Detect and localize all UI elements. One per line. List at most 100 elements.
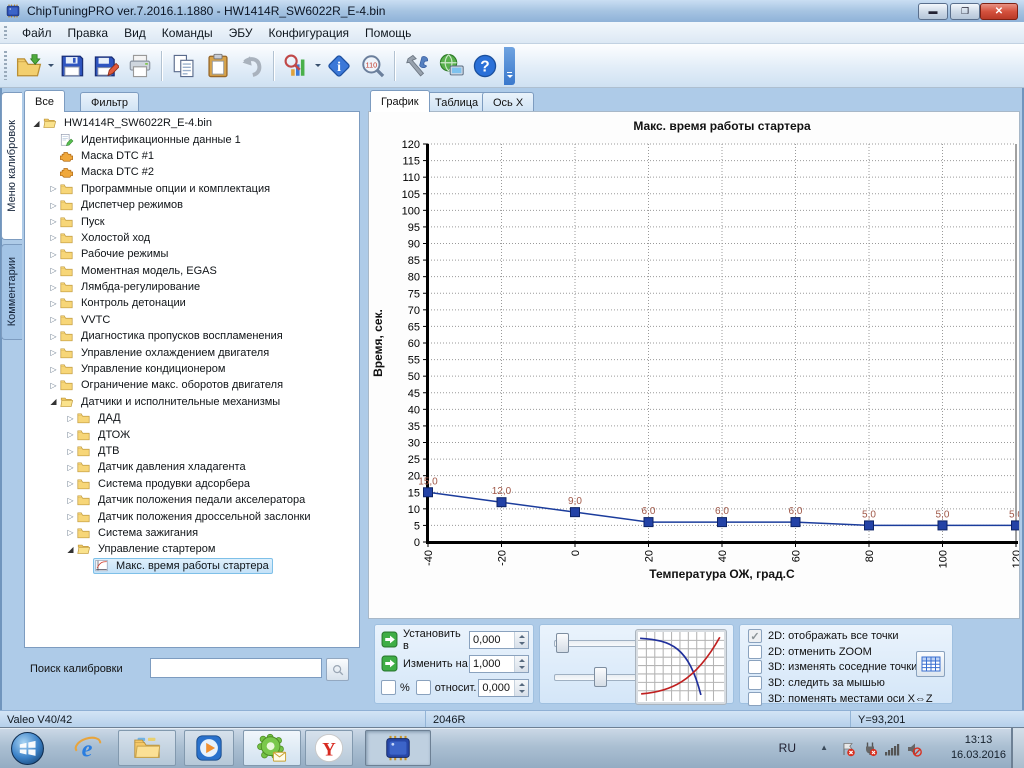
menu-Вид[interactable]: Вид bbox=[116, 23, 154, 43]
show-desktop-button[interactable] bbox=[1011, 728, 1024, 768]
data-point[interactable] bbox=[424, 488, 433, 497]
tree-collapsed-arrow[interactable]: ▷ bbox=[48, 348, 59, 357]
tree-item[interactable]: ▷Пуск bbox=[25, 213, 359, 229]
tree-collapsed-arrow[interactable]: ▷ bbox=[65, 414, 76, 423]
toolbar-overflow-button[interactable] bbox=[504, 47, 515, 85]
open-button[interactable] bbox=[12, 49, 46, 83]
spin-down[interactable] bbox=[515, 688, 528, 696]
minimize-button[interactable]: ▬ bbox=[918, 3, 948, 20]
clock[interactable]: 13:13 16.03.2016 bbox=[951, 733, 1006, 763]
spin-up[interactable] bbox=[515, 632, 528, 640]
taskbar-wmp-button[interactable] bbox=[184, 730, 234, 766]
help-button[interactable]: ? bbox=[468, 49, 502, 83]
menu-ЭБУ[interactable]: ЭБУ bbox=[221, 23, 261, 43]
relative-input[interactable]: 0,000 bbox=[478, 679, 529, 697]
tree-item[interactable]: ▷ДАД bbox=[25, 410, 359, 426]
tree-expanded-arrow[interactable]: ◢ bbox=[48, 397, 59, 406]
data-point[interactable] bbox=[644, 518, 653, 527]
tree-collapsed-arrow[interactable]: ▷ bbox=[65, 528, 76, 537]
tree-item[interactable]: ▷ДТОЖ bbox=[25, 426, 359, 442]
tree-collapsed-arrow[interactable]: ▷ bbox=[65, 447, 76, 456]
save-button[interactable] bbox=[55, 49, 89, 83]
tree-collapsed-arrow[interactable]: ▷ bbox=[48, 266, 59, 275]
tree-item[interactable]: ▷Система зажигания bbox=[25, 525, 359, 541]
change-by-input[interactable]: 1,000 bbox=[469, 655, 529, 673]
data-point[interactable] bbox=[1012, 521, 1020, 530]
tree-collapsed-arrow[interactable]: ▷ bbox=[48, 315, 59, 324]
paste-button[interactable] bbox=[201, 49, 235, 83]
tree-item[interactable]: ▷Холостой ход bbox=[25, 230, 359, 246]
tree-item[interactable]: ◢Управление стартером bbox=[25, 541, 359, 557]
tree-item[interactable]: ▷Моментная модель, EGAS bbox=[25, 263, 359, 279]
menu-Команды[interactable]: Команды bbox=[154, 23, 221, 43]
language-indicator[interactable]: RU bbox=[779, 741, 796, 755]
info-button[interactable]: i bbox=[322, 49, 356, 83]
option-checkbox[interactable] bbox=[748, 645, 762, 659]
search-input[interactable] bbox=[150, 658, 322, 678]
tree-collapsed-arrow[interactable]: ▷ bbox=[48, 283, 59, 292]
menu-Файл[interactable]: Файл bbox=[14, 23, 60, 43]
chart-panel[interactable]: Макс. время работы стартера0510152025303… bbox=[368, 111, 1020, 619]
option-checkbox[interactable] bbox=[748, 692, 762, 706]
tree-item[interactable]: Маска DTC #2 bbox=[25, 164, 359, 180]
tree-expanded-arrow[interactable]: ◢ bbox=[31, 119, 42, 128]
data-point[interactable] bbox=[938, 521, 947, 530]
starter-time-chart[interactable]: Макс. время работы стартера0510152025303… bbox=[369, 114, 1019, 586]
network-icon[interactable] bbox=[884, 741, 900, 757]
tree-item[interactable]: ▷Диспетчер режимов bbox=[25, 197, 359, 213]
tray-expand-icon[interactable]: ▲ bbox=[820, 743, 828, 752]
tree-collapsed-arrow[interactable]: ▷ bbox=[48, 381, 59, 390]
taskbar-explorer-button[interactable] bbox=[118, 730, 176, 766]
slider-thumb[interactable] bbox=[556, 633, 569, 653]
copy-button[interactable] bbox=[167, 49, 201, 83]
option-checkbox[interactable] bbox=[748, 660, 762, 674]
tools-button[interactable] bbox=[400, 49, 434, 83]
tree-item[interactable]: Макс. время работы стартера bbox=[25, 558, 359, 574]
set-to-input[interactable]: 0,000 bbox=[469, 631, 529, 649]
tab-all[interactable]: Все bbox=[24, 90, 65, 112]
tree-collapsed-arrow[interactable]: ▷ bbox=[65, 512, 76, 521]
taskbar-chip-button[interactable] bbox=[365, 730, 431, 766]
action-center-icon[interactable] bbox=[840, 741, 856, 757]
data-point[interactable] bbox=[571, 508, 580, 517]
tree-collapsed-arrow[interactable]: ▷ bbox=[65, 496, 76, 505]
taskbar-icq-button[interactable] bbox=[243, 730, 301, 766]
tree-item[interactable]: ▷Диагностика пропусков воспламенения bbox=[25, 328, 359, 344]
tree-collapsed-arrow[interactable]: ▷ bbox=[65, 479, 76, 488]
tree-expanded-arrow[interactable]: ◢ bbox=[65, 545, 76, 554]
data-point[interactable] bbox=[497, 498, 506, 507]
power-icon[interactable] bbox=[862, 741, 878, 757]
taskbar-ie-button[interactable]: e bbox=[70, 730, 106, 766]
tree-item[interactable]: ▷Лямбда-регулирование bbox=[25, 279, 359, 295]
value-find-button[interactable]: 110 bbox=[356, 49, 390, 83]
tab-axis-x[interactable]: Ось X bbox=[482, 92, 534, 112]
menu-Помощь[interactable]: Помощь bbox=[357, 23, 419, 43]
tree-collapsed-arrow[interactable]: ▷ bbox=[48, 299, 59, 308]
relative-checkbox[interactable] bbox=[416, 680, 431, 695]
tree-item[interactable]: ▷ДТВ bbox=[25, 443, 359, 459]
tree-item[interactable]: ▷Программные опции и комплектация bbox=[25, 181, 359, 197]
tree-item[interactable]: ▷Управление охлаждением двигателя bbox=[25, 344, 359, 360]
chart-find-dropdown-arrow[interactable] bbox=[313, 49, 322, 83]
tree-collapsed-arrow[interactable]: ▷ bbox=[65, 463, 76, 472]
tree-collapsed-arrow[interactable]: ▷ bbox=[48, 201, 59, 210]
restore-button[interactable]: ❐ bbox=[950, 3, 980, 20]
grid-table-button[interactable] bbox=[916, 651, 945, 677]
spin-down[interactable] bbox=[515, 664, 528, 672]
apply-change-button[interactable] bbox=[381, 655, 398, 672]
print-button[interactable] bbox=[123, 49, 157, 83]
side-tab-comments[interactable]: Комментарии bbox=[1, 244, 22, 340]
tree-item[interactable]: ▷Датчик положения педали акселератора bbox=[25, 492, 359, 508]
undo-button[interactable] bbox=[235, 49, 269, 83]
tree-item[interactable]: ▷Система продувки адсорбера bbox=[25, 476, 359, 492]
spin-up[interactable] bbox=[515, 680, 528, 688]
slider-thumb[interactable] bbox=[594, 667, 607, 687]
tree-item[interactable]: ◢HW1414R_SW6022R_E-4.bin bbox=[25, 115, 359, 131]
volume-muted-icon[interactable] bbox=[906, 741, 922, 757]
menu-Конфигурация[interactable]: Конфигурация bbox=[260, 23, 357, 43]
spin-down[interactable] bbox=[515, 640, 528, 648]
tree-collapsed-arrow[interactable]: ▷ bbox=[48, 332, 59, 341]
open-dropdown-arrow[interactable] bbox=[46, 49, 55, 83]
tree-item[interactable]: Идентификационные данные 1 bbox=[25, 131, 359, 147]
tree-collapsed-arrow[interactable]: ▷ bbox=[48, 365, 59, 374]
